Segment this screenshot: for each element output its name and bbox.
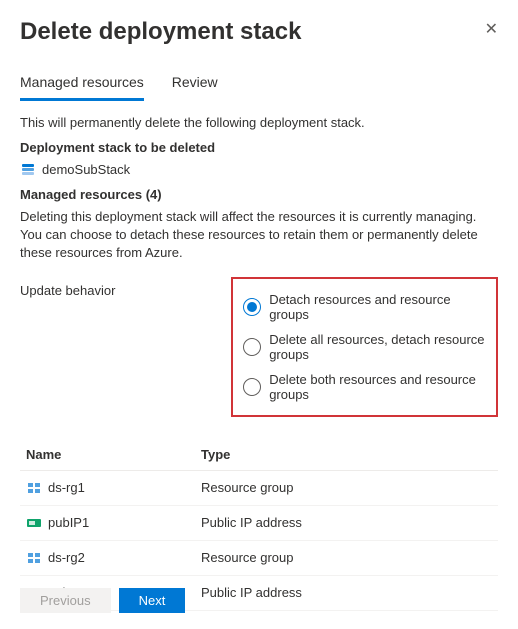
- update-behavior-label: Update behavior: [20, 277, 211, 298]
- resource-type: Resource group: [195, 470, 498, 505]
- radio-option-1[interactable]: Delete all resources, detach resource gr…: [243, 327, 486, 367]
- table-row[interactable]: ds-rg2 Resource group: [20, 540, 498, 575]
- tab-bar: Managed resources Review: [20, 68, 498, 101]
- stack-name: demoSubStack: [42, 162, 130, 177]
- update-behavior-group: Detach resources and resource groups Dele…: [231, 277, 498, 417]
- tab-managed-resources[interactable]: Managed resources: [20, 68, 144, 101]
- radio-option-0[interactable]: Detach resources and resource groups: [243, 287, 486, 327]
- radio-label: Detach resources and resource groups: [269, 292, 486, 322]
- stack-item: demoSubStack: [20, 161, 498, 177]
- next-button[interactable]: Next: [119, 588, 186, 613]
- radio-label: Delete both resources and resource group…: [269, 372, 486, 402]
- radio-icon: [243, 378, 261, 396]
- resource-group-icon: [26, 480, 42, 496]
- resource-group-icon: [26, 550, 42, 566]
- tab-review[interactable]: Review: [172, 68, 218, 101]
- resource-type: Public IP address: [195, 505, 498, 540]
- radio-icon: [243, 338, 261, 356]
- close-icon[interactable]: ✕: [485, 22, 498, 38]
- resources-table: Name Type ds-rg1 Resource group pubIP1 Publ…: [20, 439, 498, 611]
- radio-option-2[interactable]: Delete both resources and resource group…: [243, 367, 486, 407]
- resource-name: pubIP1: [48, 515, 89, 530]
- resource-type: Resource group: [195, 540, 498, 575]
- resource-type: Public IP address: [195, 575, 498, 610]
- deployment-stack-icon: [20, 161, 36, 177]
- managed-resources-title: Managed resources (4): [20, 187, 498, 202]
- column-header-type[interactable]: Type: [195, 439, 498, 471]
- resource-name: ds-rg2: [48, 550, 85, 565]
- public-ip-icon: [26, 515, 42, 531]
- intro-text: This will permanently delete the followi…: [20, 115, 498, 130]
- previous-button[interactable]: Previous: [20, 588, 111, 613]
- radio-label: Delete all resources, detach resource gr…: [269, 332, 486, 362]
- table-row[interactable]: pubIP1 Public IP address: [20, 505, 498, 540]
- resource-name: ds-rg1: [48, 480, 85, 495]
- stack-section-title: Deployment stack to be deleted: [20, 140, 498, 155]
- page-title: Delete deployment stack: [20, 18, 498, 46]
- column-header-name[interactable]: Name: [20, 439, 195, 471]
- managed-resources-desc: Deleting this deployment stack will affe…: [20, 208, 498, 263]
- radio-icon: [243, 298, 261, 316]
- table-row[interactable]: ds-rg1 Resource group: [20, 470, 498, 505]
